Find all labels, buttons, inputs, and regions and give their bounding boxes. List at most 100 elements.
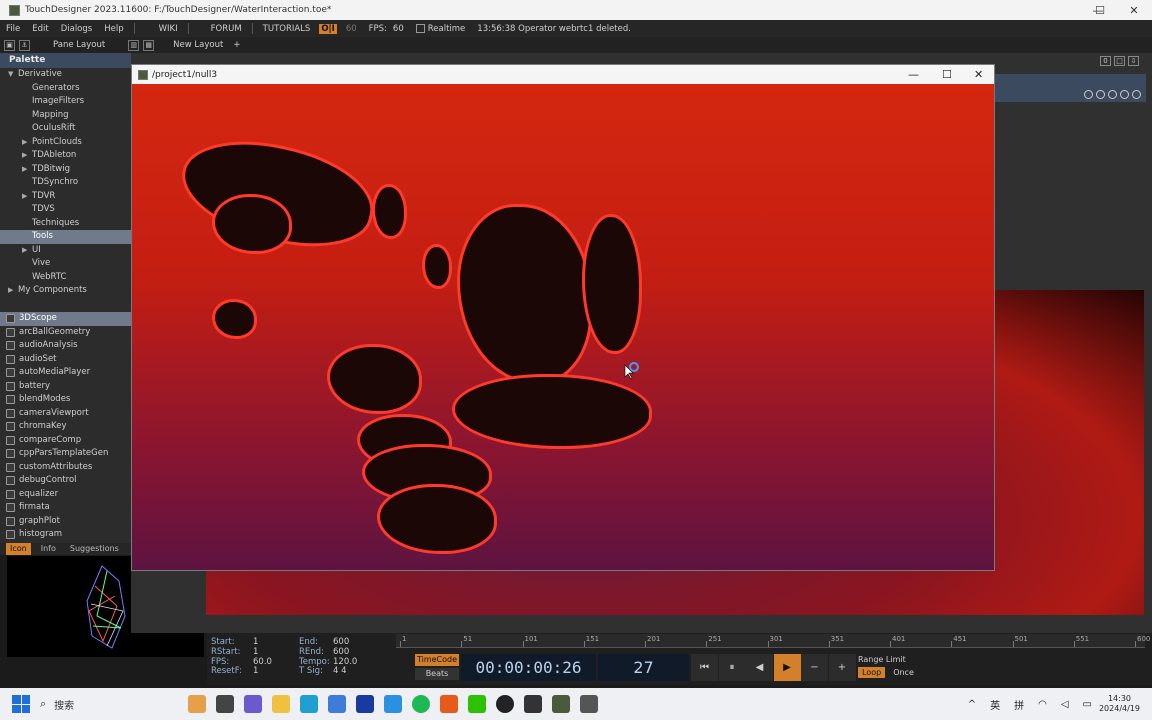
volume-icon[interactable]: ◁ — [1061, 699, 1069, 710]
setting-value[interactable]: 1 — [253, 637, 299, 648]
palette-component-item[interactable]: equalizer — [0, 488, 131, 502]
palette-folder-item[interactable]: ▶ TDBitwig — [0, 163, 131, 177]
touchdesigner-taskbar-icon[interactable] — [552, 695, 570, 713]
widgets-app-icon[interactable] — [188, 695, 206, 713]
once-toggle[interactable]: Once — [889, 667, 918, 678]
wiki-link[interactable]: WIKI — [153, 24, 184, 34]
l-app-icon[interactable] — [356, 695, 374, 713]
rewind-button[interactable]: ⏮ — [691, 654, 718, 681]
palette-folder-item[interactable]: ▶ UI — [0, 244, 131, 258]
menu-help[interactable]: Help — [98, 24, 129, 34]
teams-app-icon[interactable] — [244, 695, 262, 713]
file-explorer-icon[interactable] — [272, 695, 290, 713]
menu-dialogs[interactable]: Dialogs — [55, 24, 99, 34]
tab-suggestions[interactable]: Suggestions — [66, 543, 123, 555]
palette-component-item[interactable]: blendModes — [0, 393, 131, 407]
anchor-icon[interactable]: ⚓ — [19, 39, 30, 51]
expand-arrow-icon[interactable]: ▼ — [8, 68, 18, 82]
add-layout-button[interactable]: + — [228, 40, 245, 50]
step-back-button[interactable]: − — [801, 654, 828, 681]
tab-icon[interactable]: Icon — [6, 543, 31, 555]
origin-app-icon[interactable] — [440, 695, 458, 713]
palette-component-item[interactable]: battery — [0, 380, 131, 394]
palette-folder-item[interactable]: ▶ My Components — [0, 284, 131, 298]
palette-folder-item[interactable]: ImageFilters — [0, 95, 131, 109]
new-layout-button[interactable]: New Layout — [168, 40, 228, 50]
palette-folder-item[interactable]: TDSynchro — [0, 176, 131, 190]
pane-number-icon[interactable]: 0 — [1100, 56, 1111, 66]
expand-arrow-icon[interactable]: ▶ — [22, 163, 32, 177]
edge-browser-icon[interactable] — [300, 695, 318, 713]
palette-folder-item[interactable]: ▼ Derivative — [0, 68, 131, 82]
beats-button[interactable]: Beats — [415, 668, 459, 680]
battery-icon[interactable]: ▭ — [1083, 699, 1092, 710]
target-icon[interactable] — [1132, 89, 1141, 99]
setting-value[interactable]: 4 4 — [333, 667, 379, 677]
palette-component-item[interactable]: compareComp — [0, 434, 131, 448]
palette-component-item[interactable]: cameraViewport — [0, 407, 131, 421]
viewer-maximize-button[interactable]: ☐ — [942, 68, 952, 81]
palette-component-item[interactable]: graphPlot — [0, 515, 131, 529]
layout-split-icon[interactable]: ▥ — [128, 39, 140, 51]
play-button[interactable]: ▶ — [773, 654, 801, 681]
timecode-display[interactable]: 00:00:00:26 — [461, 654, 596, 681]
tab-info[interactable]: Info — [37, 543, 60, 555]
unreal-app-icon[interactable] — [496, 695, 514, 713]
camera-app-icon[interactable] — [580, 695, 598, 713]
menu-edit[interactable]: Edit — [26, 24, 54, 34]
expand-arrow-icon[interactable]: ▶ — [22, 190, 32, 204]
pane-icon[interactable]: ▣ — [4, 39, 15, 51]
palette-folder-item[interactable]: Tools — [0, 230, 131, 244]
palette-component-item[interactable]: audioSet — [0, 353, 131, 367]
pause-button[interactable]: ⏸ — [718, 654, 746, 681]
forum-link[interactable]: FORUM — [205, 24, 248, 34]
start-button[interactable] — [12, 695, 30, 713]
palette-folder-item[interactable]: ▶ TDAbleton — [0, 149, 131, 163]
expand-arrow-icon[interactable]: ▶ — [22, 149, 32, 163]
task-view-icon[interactable] — [216, 695, 234, 713]
viewer-window[interactable]: /project1/null3 — ☐ ✕ — [131, 64, 995, 571]
store-app-icon[interactable] — [328, 695, 346, 713]
palette-component-item[interactable]: histogram — [0, 528, 131, 542]
realtime-checkbox[interactable] — [415, 24, 425, 33]
layout-grid-icon[interactable]: ▦ — [143, 39, 155, 51]
taskbar-search[interactable]: ⌕ 搜索 — [40, 697, 140, 712]
add-icon[interactable] — [1120, 89, 1129, 99]
pane-maximize-icon[interactable]: □ — [1114, 56, 1125, 66]
loop-toggle[interactable]: Loop — [858, 667, 886, 678]
spotify-app-icon[interactable] — [412, 695, 430, 713]
palette-component-item[interactable]: audioAnalysis — [0, 339, 131, 353]
palette-folder-item[interactable]: Mapping — [0, 109, 131, 123]
perform-mode-toggle[interactable]: O|I — [319, 23, 337, 34]
tutorials-link[interactable]: TUTORIALS — [257, 24, 317, 34]
expand-arrow-icon[interactable]: ▶ — [22, 136, 32, 150]
palette-folder-item[interactable]: WebRTC — [0, 271, 131, 285]
palette-folder-item[interactable]: Generators — [0, 82, 131, 96]
palette-component-item[interactable]: debugControl — [0, 474, 131, 488]
palette-component-item[interactable]: firmata — [0, 501, 131, 515]
palette-folder-item[interactable]: TDVS — [0, 203, 131, 217]
comment-icon[interactable] — [1096, 89, 1105, 99]
expand-arrow-icon[interactable]: ▶ — [8, 284, 18, 298]
play-reverse-button[interactable]: ◀ — [746, 654, 773, 681]
viewer-close-button[interactable]: ✕ — [974, 68, 983, 81]
timeline-ruler[interactable]: 1 51 101 151 201 251 301 351 401 451 501 551 600 — [396, 634, 1150, 648]
palette-component-item[interactable]: customAttributes — [0, 461, 131, 475]
unity-app-icon[interactable] — [524, 695, 542, 713]
palette-folder-item[interactable]: ▶ PointClouds — [0, 136, 131, 150]
step-forward-button[interactable]: + — [828, 654, 856, 681]
ime-pinyin[interactable]: 拼 — [1014, 697, 1024, 712]
palette-folder-item[interactable]: OculusRift — [0, 122, 131, 136]
palette-component-item[interactable]: 3DScope — [0, 312, 131, 326]
frame-display[interactable]: 27 — [598, 654, 689, 681]
viewer-titlebar[interactable]: /project1/null3 — ☐ ✕ — [132, 65, 994, 84]
palette-component-item[interactable]: chromaKey — [0, 420, 131, 434]
palette-component-item[interactable]: cppParsTemplateGen — [0, 447, 131, 461]
clock[interactable]: 14:30 2024/4/19 — [1099, 694, 1140, 714]
water-interaction-render[interactable] — [132, 84, 994, 570]
palette-folder-item[interactable]: Techniques — [0, 217, 131, 231]
setting-value[interactable]: 60.0 — [253, 657, 299, 668]
menu-file[interactable]: File — [0, 24, 26, 34]
expand-arrow-icon[interactable]: ▶ — [22, 244, 32, 258]
maximize-button[interactable]: ☐ — [1082, 0, 1118, 20]
